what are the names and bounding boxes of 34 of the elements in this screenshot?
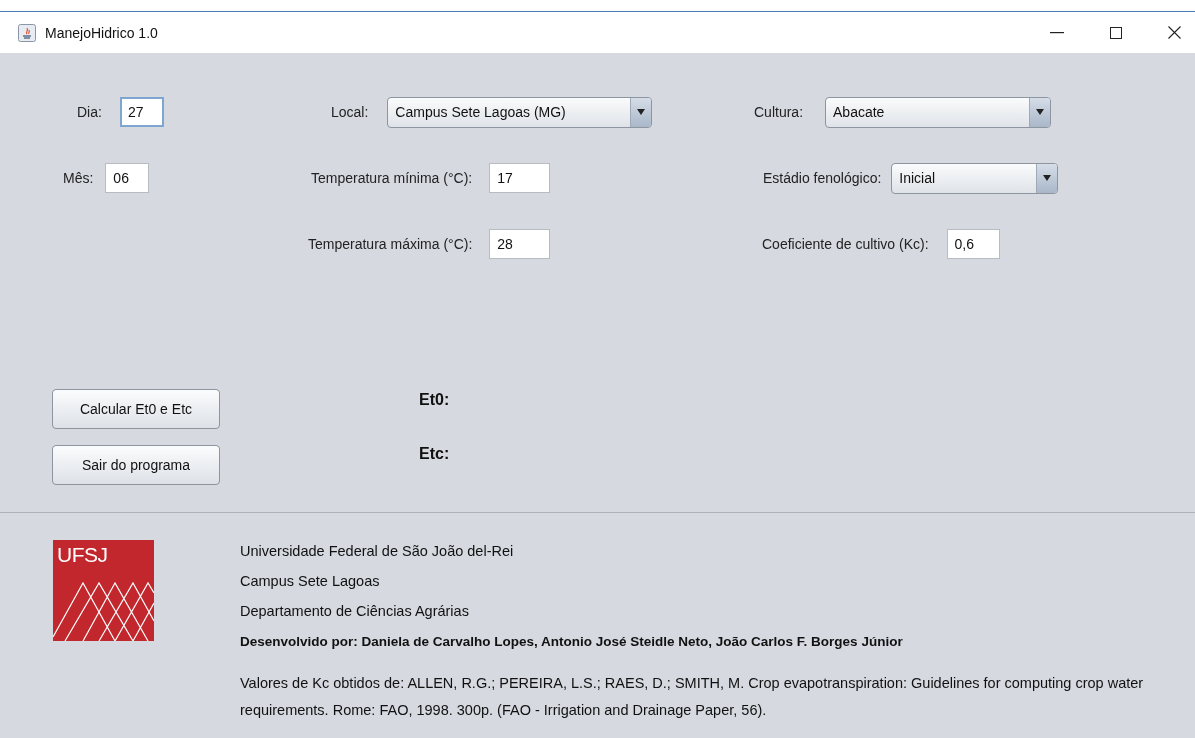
info-text: Universidade Federal de São João del-Rei bbox=[240, 542, 515, 561]
field-label: Temperatura mínima (°C): bbox=[311, 170, 473, 186]
maximize-icon[interactable] bbox=[1110, 26, 1122, 39]
dropdown[interactable]: Abacate bbox=[825, 96, 1052, 128]
close-icon[interactable] bbox=[1168, 26, 1181, 39]
caret-icon bbox=[1043, 175, 1052, 181]
dropdown[interactable]: Inicial bbox=[891, 162, 1059, 194]
text-field[interactable]: 0,6 bbox=[946, 229, 1000, 259]
reference-text: Valores de Kc obtidos de: ALLEN, R.G.; PEREIRA, L.S.; RAES, D.; SMITH, M. Crop evapotranspiration: Guidelines for computing crop water requirements. Rome: FAO, 1998. 300p. (FAO - Irrigation and Drainage Paper, 56). bbox=[240, 674, 1145, 720]
field-label: Mês: bbox=[63, 170, 94, 186]
dropdown[interactable]: Campus Sete Lagoas (MG) bbox=[387, 96, 653, 128]
caret-icon bbox=[1036, 109, 1045, 115]
result-label: Et0: bbox=[419, 391, 450, 409]
text-field[interactable]: 06 bbox=[105, 163, 150, 193]
field-label: Dia: bbox=[77, 104, 102, 120]
window-title: ManejoHidrico 1.0 bbox=[45, 24, 158, 41]
text-field[interactable]: 28 bbox=[489, 229, 551, 259]
field-label: Cultura: bbox=[754, 104, 804, 120]
minimize-icon[interactable] bbox=[1050, 31, 1064, 34]
app-icon bbox=[18, 23, 36, 42]
field-label: Local: bbox=[331, 104, 369, 120]
field-label: Estádio fenológico: bbox=[763, 170, 882, 186]
info-text: Campus Sete Lagoas bbox=[240, 572, 381, 591]
text-field[interactable]: 17 bbox=[489, 163, 551, 193]
field-label: Coeficiente de cultivo (Kc): bbox=[762, 236, 929, 252]
info-text: Departamento de Ciências Agrárias bbox=[240, 602, 470, 621]
result-label: Etc: bbox=[419, 445, 450, 463]
text-field[interactable]: 27 bbox=[119, 97, 164, 127]
button[interactable]: Calcular Et0 e Etc bbox=[52, 389, 220, 429]
logo-text: UFSJ bbox=[57, 543, 108, 567]
button[interactable]: Sair do programa bbox=[52, 445, 220, 485]
field-label: Temperatura máxima (°C): bbox=[308, 236, 473, 252]
caret-icon bbox=[637, 109, 646, 115]
credits-text: Desenvolvido por: Daniela de Carvalho Lopes, Antonio José Steidle Neto, João Carlos F. Borges Júnior bbox=[240, 634, 904, 649]
